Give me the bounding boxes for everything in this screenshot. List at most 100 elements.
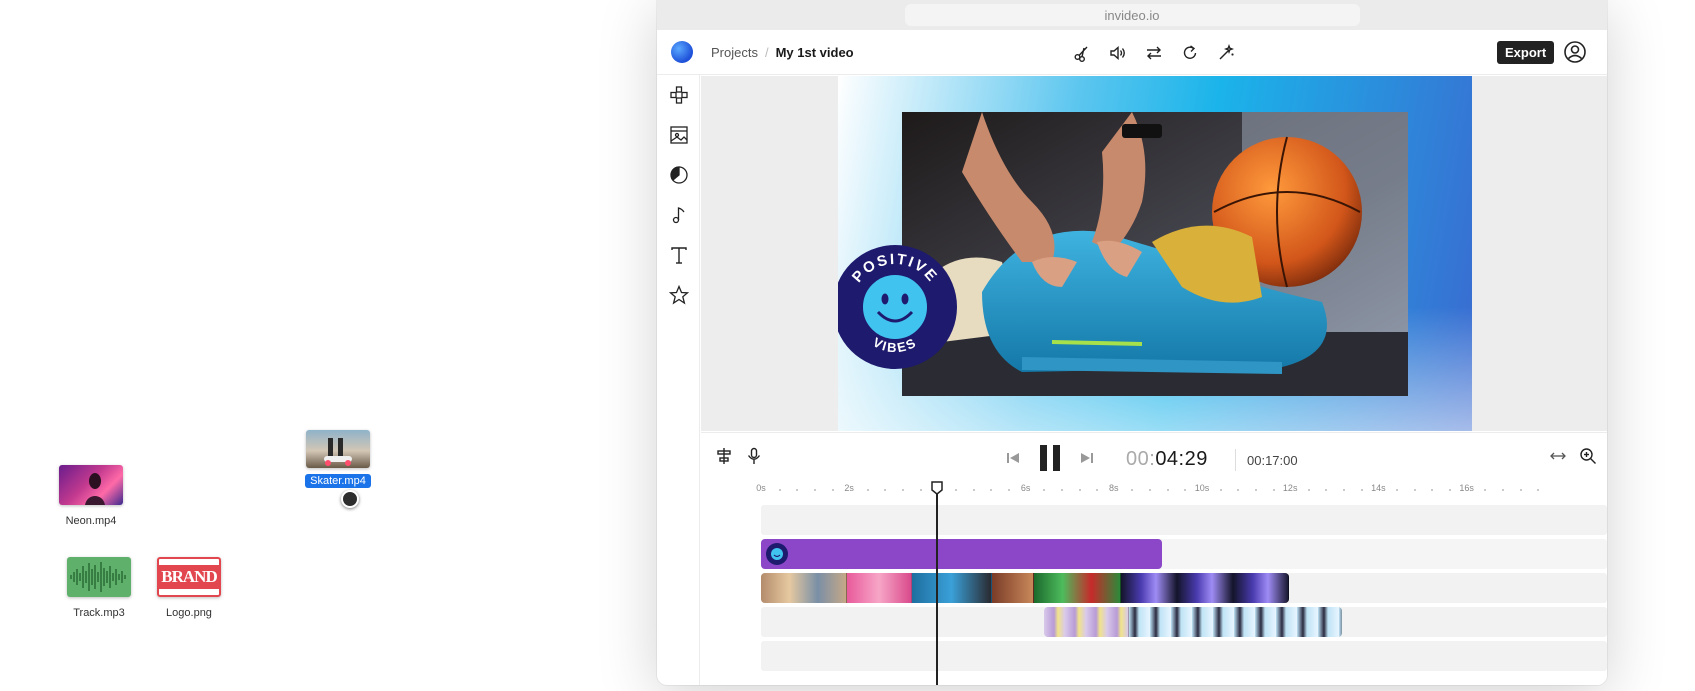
ruler-dot — [1166, 489, 1169, 491]
current-time-value: 04:29 — [1155, 448, 1208, 470]
sticker-thumb-icon — [766, 543, 788, 565]
preview-area: POSITIVE VIBES — [701, 76, 1607, 431]
ruler-dot — [831, 489, 834, 491]
video-thumbnail — [59, 465, 123, 505]
ruler-dot — [1096, 489, 1099, 491]
ruler-dot — [1219, 489, 1222, 491]
breadcrumb: Projects / My 1st video — [711, 45, 854, 60]
ruler-dot — [919, 489, 922, 491]
file-name: Track.mp3 — [73, 607, 125, 619]
desktop: Neon.mp4 Skater.mp4 Track.mp3 BRAND Logo… — [0, 0, 1695, 691]
swap-icon[interactable] — [1143, 42, 1165, 64]
file-skater[interactable]: Skater.mp4 — [288, 430, 388, 488]
video-frame — [902, 112, 1408, 396]
ruler-dot — [955, 489, 958, 491]
ruler-dot — [1360, 489, 1363, 491]
time-divider — [1235, 449, 1236, 471]
align-icon[interactable] — [715, 447, 733, 470]
media-icon[interactable] — [657, 115, 700, 155]
ruler-dot — [1043, 489, 1046, 491]
magic-wand-icon[interactable] — [1215, 42, 1237, 64]
ruler-dot — [1519, 489, 1522, 491]
scissors-icon[interactable] — [1071, 42, 1093, 64]
ruler-dot — [1254, 489, 1257, 491]
file-neon[interactable]: Neon.mp4 — [41, 465, 141, 527]
ruler-dot — [1501, 489, 1504, 491]
skip-forward-icon[interactable] — [1079, 450, 1095, 471]
brand-logo: BRAND — [159, 565, 219, 589]
sticker-clip[interactable] — [761, 539, 1162, 569]
ruler-dot — [972, 489, 975, 491]
video-canvas[interactable]: POSITIVE VIBES — [838, 76, 1472, 431]
ruler-dot — [1149, 489, 1152, 491]
ruler-dot — [1184, 489, 1187, 491]
file-name: Logo.png — [166, 607, 212, 619]
edit-toolbar — [1071, 30, 1237, 75]
ruler-label: 6s — [1020, 483, 1031, 493]
playhead-handle[interactable] — [931, 481, 944, 495]
ruler-label: 0s — [756, 483, 766, 493]
ruler-label: 12s — [1282, 483, 1298, 493]
address-bar: invideo.io — [657, 0, 1607, 30]
account-icon[interactable] — [1563, 40, 1587, 69]
video-clip-strip-2[interactable] — [1044, 607, 1342, 637]
playhead[interactable] — [936, 483, 939, 685]
ruler-dot — [778, 489, 781, 491]
ruler-dot — [1060, 489, 1063, 491]
ruler-label: 10s — [1194, 483, 1210, 493]
ruler-dot — [1307, 489, 1310, 491]
current-time: 00:04:29 — [1126, 448, 1208, 471]
rotate-icon[interactable] — [1179, 42, 1201, 64]
image-thumbnail: BRAND — [157, 557, 221, 597]
time-ruler[interactable]: 0s2s4s6s8s10s12s14s16s — [756, 483, 1607, 499]
layouts-icon[interactable] — [657, 75, 700, 115]
ruler-dot — [1131, 489, 1134, 491]
track-row — [761, 641, 1607, 671]
invideo-logo[interactable] — [671, 41, 693, 63]
audio-thumbnail — [67, 557, 131, 597]
fit-width-icon[interactable] — [1549, 447, 1567, 470]
timeline-panel: 00:04:29 00:17:00 0s2s4s6s8s10s12s14s16s — [701, 432, 1607, 685]
current-time-prefix: 00: — [1126, 448, 1156, 470]
video-thumbnail — [306, 430, 370, 468]
track-row — [761, 505, 1607, 535]
ruler-dot — [1272, 489, 1275, 491]
ruler-label: 16s — [1459, 483, 1474, 493]
ruler-label: 2s — [844, 483, 854, 493]
text-icon[interactable] — [657, 235, 700, 275]
ruler-dot — [1237, 489, 1240, 491]
ruler-dot — [902, 489, 905, 491]
url-field[interactable]: invideo.io — [904, 4, 1360, 26]
ruler-dot — [1448, 489, 1451, 491]
ruler-dot — [866, 489, 869, 491]
file-name: Neon.mp4 — [65, 515, 117, 527]
ruler-label: 8s — [1109, 483, 1119, 493]
ruler-dot — [796, 489, 799, 491]
music-icon[interactable] — [657, 195, 700, 235]
skip-back-icon[interactable] — [1005, 450, 1021, 471]
volume-icon[interactable] — [1107, 42, 1129, 64]
file-track[interactable]: Track.mp3 — [49, 557, 149, 619]
waveform-icon — [70, 562, 126, 592]
positive-vibes-sticker[interactable]: POSITIVE VIBES — [838, 242, 960, 372]
favorites-icon[interactable] — [657, 275, 700, 315]
stickers-icon[interactable] — [657, 155, 700, 195]
ruler-dot — [1431, 489, 1434, 491]
breadcrumb-projects[interactable]: Projects — [711, 45, 758, 60]
ruler-dot — [990, 489, 993, 491]
ruler-dot — [1007, 489, 1010, 491]
total-time: 00:17:00 — [1247, 453, 1298, 468]
ruler-dot — [1413, 489, 1416, 491]
ruler-dot — [1484, 489, 1487, 491]
export-button[interactable]: Export — [1497, 41, 1555, 64]
microphone-icon[interactable] — [745, 447, 763, 470]
video-clip-strip[interactable] — [761, 573, 1289, 603]
pause-button[interactable] — [1037, 443, 1063, 478]
mouse-cursor — [341, 490, 359, 508]
ruler-dot — [1343, 489, 1346, 491]
zoom-in-icon[interactable] — [1579, 447, 1597, 470]
project-title[interactable]: My 1st video — [776, 45, 854, 60]
playback-controls — [1005, 443, 1095, 478]
file-name: Skater.mp4 — [305, 474, 371, 488]
file-logo[interactable]: BRAND Logo.png — [139, 557, 239, 619]
